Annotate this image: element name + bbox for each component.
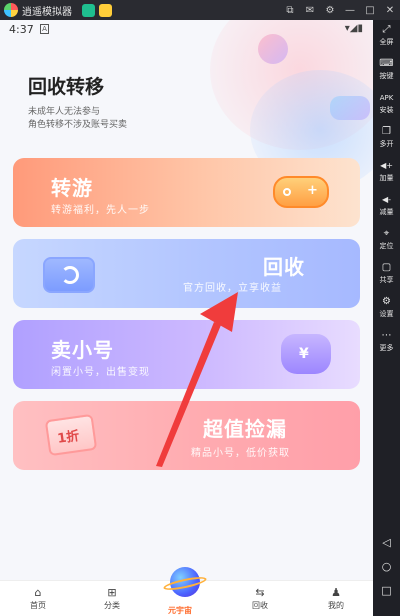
- card-subtitle: 官方回收，立享收益: [183, 283, 282, 294]
- toolbar-label: 按键: [379, 72, 394, 80]
- home-icon: ⌂: [34, 586, 42, 599]
- card-title: 转游: [51, 176, 93, 200]
- toolbar-label: 更多: [379, 344, 394, 352]
- settings-icon[interactable]: ⚙: [320, 5, 340, 16]
- gamepad-button-icon: [283, 188, 291, 196]
- signal-battery-icon: ▾◢▮: [344, 23, 363, 34]
- nav-label: 元宇宙: [168, 606, 192, 615]
- multi-instance-icon: ❐: [382, 126, 391, 137]
- page-subtitle-1: 未成年人无法参与: [28, 107, 101, 117]
- recycle-card[interactable]: 回收 官方回收，立享收益: [13, 239, 360, 308]
- card-title: 卖小号: [51, 338, 114, 362]
- recycle-box-icon: [43, 257, 95, 293]
- transfer-game-card[interactable]: 转游 转游福利，先人一步 +: [13, 158, 360, 227]
- keyboard-icon: ⌨: [379, 58, 394, 69]
- toolbar-label: 减量: [379, 208, 394, 216]
- toolbar-label: 定位: [379, 242, 394, 250]
- multi-window-icon[interactable]: ⧉: [280, 5, 300, 16]
- emulator-titlebar: 逍遥模拟器 ⧉ ✉ ⚙ — □ ✕: [0, 0, 400, 20]
- nav-recycle[interactable]: ⇆ 回收: [230, 581, 290, 616]
- close-button[interactable]: ✕: [380, 5, 400, 16]
- notification-icon: A: [40, 24, 49, 34]
- bg-gamepad-icon: [330, 96, 370, 120]
- fullscreen-icon: ⤢: [382, 24, 391, 35]
- nav-category[interactable]: ⊞ 分类: [82, 581, 142, 616]
- toolbar-label: 设置: [379, 310, 394, 318]
- gamepad-icon: +: [273, 176, 329, 208]
- recycle-arrows-icon: [61, 266, 79, 284]
- toolbar-label: 全屏: [379, 38, 394, 46]
- toolbar-label: 共享: [379, 276, 394, 284]
- toolbar-label: 多开: [379, 140, 394, 148]
- toolbar-label: 安装: [379, 106, 394, 114]
- grid-icon: ⊞: [107, 586, 117, 599]
- volume-up-icon: ◀+: [380, 161, 393, 170]
- phone-screen: 4:37 A ▾◢▮ 回收转移 未成年人无法参与 角色转移不涉及账号买卖 转游 …: [0, 20, 373, 616]
- emulator-toolbar: ⤢ 全屏 ⌨ 按键 APK 安装 ❐ 多开 ◀+ 加量 ◀- 减量 ⌖ 定位 ▢ 共享 ⚙ 设置 …: [373, 20, 400, 616]
- user-icon: ♟: [331, 586, 341, 599]
- toolbar-volume-down[interactable]: ◀- 减量: [373, 194, 400, 217]
- android-back-button[interactable]: ◁: [373, 536, 400, 549]
- app-tab-icon[interactable]: [82, 3, 95, 17]
- toolbar-settings[interactable]: ⚙ 设置: [373, 296, 400, 319]
- volume-down-icon: ◀-: [381, 195, 392, 204]
- gamepad-plus-icon: +: [307, 183, 318, 198]
- bottom-navigation: ⌂ 首页 ⊞ 分类 元宇宙 ⇆ 回收 ♟ 我的: [0, 567, 373, 616]
- page-subtitle-2: 角色转移不涉及账号买卖: [28, 120, 128, 130]
- location-icon: ⌖: [383, 228, 390, 239]
- money-bag-icon: ¥: [281, 334, 331, 374]
- nav-home[interactable]: ⌂ 首页: [8, 581, 68, 616]
- emulator-logo-icon: [4, 3, 18, 17]
- minimize-button[interactable]: —: [340, 5, 360, 16]
- window-controls: ⧉ ✉ ⚙ — □ ✕: [280, 0, 400, 20]
- status-time: 4:37: [9, 23, 34, 36]
- toolbar-volume-up[interactable]: ◀+ 加量: [373, 160, 400, 183]
- toolbar-fullscreen[interactable]: ⤢ 全屏: [373, 24, 400, 47]
- emulator-window: 逍遥模拟器 ⧉ ✉ ⚙ — □ ✕ 4:37 A ▾◢▮ 回收转移 未成年人无法…: [0, 0, 400, 616]
- nav-label: 我的: [328, 601, 344, 610]
- apk-icon: APK: [379, 94, 394, 102]
- toolbar-install[interactable]: APK 安装: [373, 92, 400, 115]
- nav-label: 分类: [104, 601, 120, 610]
- nav-label: 首页: [30, 601, 46, 610]
- discount-tag-icon: 1折: [44, 413, 98, 457]
- card-subtitle: 闲置小号，出售变现: [51, 367, 150, 378]
- mail-icon[interactable]: ✉: [300, 5, 320, 16]
- toolbar-keymap[interactable]: ⌨ 按键: [373, 58, 400, 81]
- emoji-tab-icon[interactable]: [99, 3, 112, 17]
- yuan-icon: ¥: [299, 346, 309, 362]
- card-subtitle: 精品小号，低价获取: [191, 448, 290, 459]
- gear-icon: ⚙: [382, 296, 391, 307]
- folder-icon: ▢: [381, 262, 392, 273]
- android-statusbar: 4:37 A ▾◢▮: [0, 20, 373, 40]
- maximize-button[interactable]: □: [360, 5, 380, 16]
- toolbar-multi-instance[interactable]: ❐ 多开: [373, 126, 400, 149]
- toolbar-location[interactable]: ⌖ 定位: [373, 228, 400, 251]
- bargain-card[interactable]: 1折 超值捡漏 精品小号，低价获取: [13, 401, 360, 470]
- nav-label: 回收: [252, 601, 268, 610]
- discount-tag-label: 1折: [56, 428, 81, 447]
- android-recent-button[interactable]: □: [373, 584, 400, 597]
- toolbar-label: 加量: [379, 174, 394, 182]
- card-title: 回收: [263, 255, 305, 279]
- recycle-icon: ⇆: [255, 586, 265, 599]
- emulator-title: 逍遥模拟器: [22, 6, 72, 18]
- nav-mine[interactable]: ♟ 我的: [306, 581, 366, 616]
- android-home-button[interactable]: ○: [373, 560, 400, 573]
- card-title: 超值捡漏: [203, 417, 287, 441]
- toolbar-share[interactable]: ▢ 共享: [373, 262, 400, 285]
- sell-account-card[interactable]: 卖小号 闲置小号，出售变现 ¥: [13, 320, 360, 389]
- more-icon: ⋯: [381, 330, 392, 341]
- toolbar-more[interactable]: ⋯ 更多: [373, 330, 400, 353]
- card-subtitle: 转游福利，先人一步: [51, 205, 150, 216]
- page-title: 回收转移: [28, 76, 105, 98]
